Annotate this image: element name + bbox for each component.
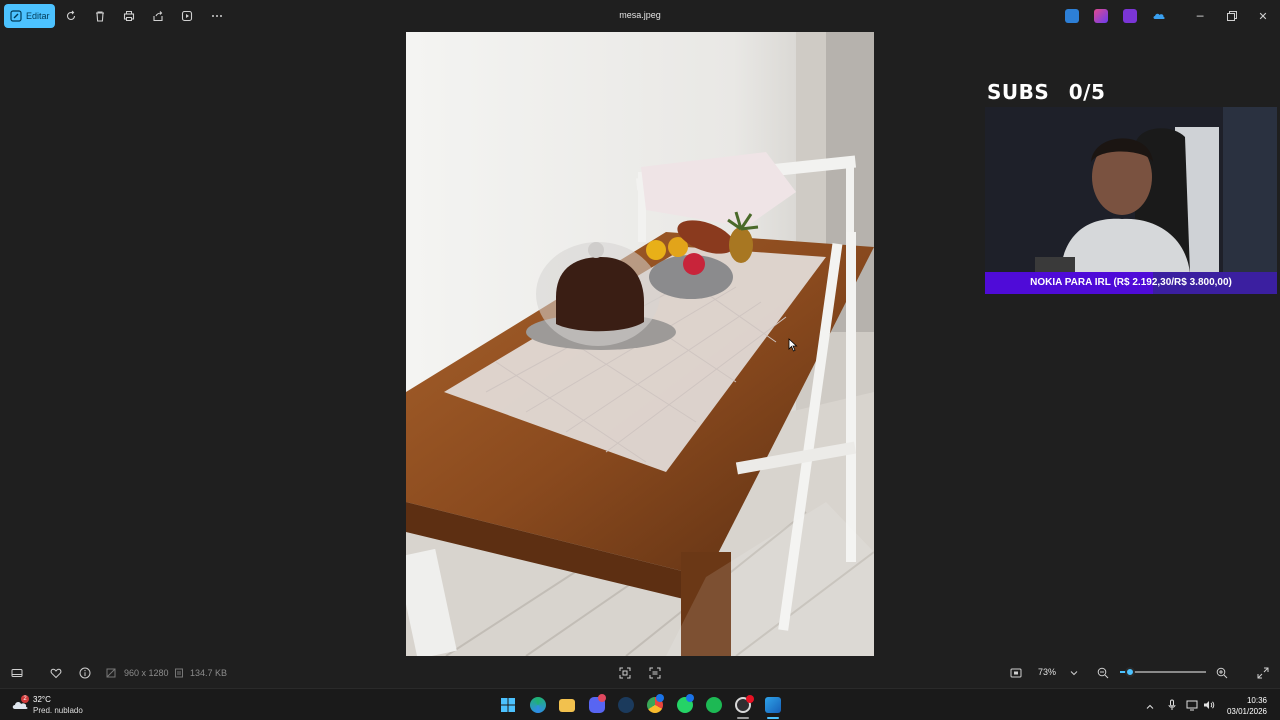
weather-description[interactable]: Pred. nublado — [33, 706, 83, 715]
zoom-in-icon[interactable] — [1215, 666, 1229, 680]
chrome-badge — [656, 694, 664, 702]
file-title: mesa.jpeg — [619, 10, 661, 20]
volume-icon[interactable] — [1203, 698, 1215, 710]
chrome-icon[interactable] — [647, 694, 664, 713]
tray-overflow-chevron-icon[interactable] — [1145, 699, 1155, 709]
steam-icon[interactable] — [618, 697, 634, 713]
donation-goal-bar: NOKIA PARA IRL (R$ 2.192,30/R$ 3.800,00) — [985, 272, 1277, 294]
goal-text: NOKIA PARA IRL (R$ 2.192,30/R$ 3.800,00) — [1030, 277, 1232, 288]
clock-time: 10:36 — [1246, 696, 1267, 705]
microphone-icon[interactable] — [1166, 698, 1178, 710]
zoom-dropdown-chevron-icon[interactable] — [1068, 666, 1080, 680]
obs-recording-badge — [746, 695, 754, 703]
file-size-icon — [174, 666, 184, 680]
obs-icon[interactable] — [735, 695, 754, 713]
top-toolbar: Editar mesa.jpeg ─ ✕ — [0, 0, 1280, 32]
favorite-heart-icon[interactable] — [49, 666, 63, 680]
zoom-out-icon[interactable] — [1096, 666, 1110, 680]
edge-browser-icon[interactable] — [530, 697, 546, 713]
weather-cloud-icon[interactable]: 2 — [11, 695, 29, 713]
photos-app-icon[interactable] — [765, 697, 781, 713]
weather-temperature[interactable]: 32°C — [33, 695, 51, 704]
weather-badge: 2 — [21, 695, 29, 703]
photos-active-indicator — [767, 717, 779, 719]
mouse-cursor-icon — [788, 338, 798, 352]
dimensions-icon — [106, 666, 116, 680]
fit-view-icon[interactable] — [618, 666, 632, 680]
obs-active-indicator — [737, 717, 749, 719]
photos-app-window: Editar mesa.jpeg ─ ✕ SUBS 0/5 NOKIA PARA… — [0, 0, 1280, 688]
windows-start-icon[interactable] — [500, 697, 516, 713]
actual-size-icon[interactable] — [1009, 666, 1023, 680]
whatsapp-badge — [686, 694, 694, 702]
close-button[interactable]: ✕ — [1255, 8, 1271, 24]
app-copilot-icon[interactable] — [1094, 9, 1108, 23]
webcam-image — [985, 107, 1277, 273]
windows-taskbar: 2 32°C Pred. nublado 10:36 03/01/2026 — [0, 688, 1280, 720]
zoom-level[interactable]: 73% — [1038, 667, 1056, 677]
network-icon[interactable] — [1186, 698, 1198, 711]
image-dimensions: 960 x 1280 — [124, 668, 169, 678]
app-clipchamp-icon[interactable] — [1123, 9, 1137, 23]
subs-count: 0/5 — [1068, 80, 1106, 104]
whatsapp-icon[interactable] — [677, 694, 694, 713]
file-explorer-icon[interactable] — [559, 699, 575, 712]
discord-notification-badge — [598, 694, 606, 702]
onedrive-icon[interactable] — [1152, 9, 1166, 23]
fullscreen-icon[interactable] — [1256, 666, 1270, 680]
table-photo — [406, 32, 874, 656]
system-clock[interactable]: 10:36 03/01/2026 — [1227, 695, 1267, 717]
scan-text-icon[interactable] — [648, 666, 662, 680]
filmstrip-icon[interactable] — [10, 666, 24, 680]
minimize-button[interactable]: ─ — [1192, 8, 1208, 24]
subs-counter: SUBS 0/5 — [987, 80, 1105, 104]
subs-label: SUBS — [987, 80, 1050, 104]
webcam-feed — [985, 107, 1277, 273]
clock-date: 03/01/2026 — [1226, 707, 1267, 716]
photo-viewer-image[interactable] — [406, 32, 874, 656]
app-edit-icon[interactable] — [1065, 9, 1079, 23]
bottom-status-bar: 960 x 1280 134.7 KB 73% — [0, 656, 1280, 688]
maximize-button[interactable] — [1224, 8, 1240, 24]
zoom-slider-thumb[interactable] — [1125, 667, 1136, 677]
spotify-icon[interactable] — [706, 697, 722, 713]
discord-icon[interactable] — [589, 694, 606, 713]
file-size: 134.7 KB — [190, 668, 228, 678]
info-icon[interactable] — [78, 666, 92, 680]
